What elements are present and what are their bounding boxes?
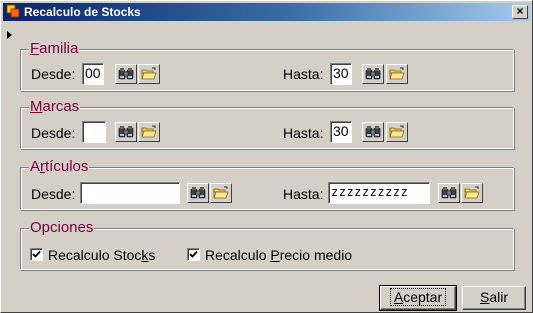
aceptar-button-label: Aceptar <box>389 288 447 306</box>
recalculo-stocks-checkbox[interactable] <box>30 248 43 261</box>
binoculars-icon <box>365 125 381 139</box>
precio-medio-checkbox[interactable] <box>187 248 200 261</box>
open-folder-icon <box>389 125 405 139</box>
articulos-desde-search-button[interactable] <box>187 183 209 203</box>
open-folder-icon <box>389 67 405 81</box>
open-folder-icon <box>213 186 229 200</box>
title-bar[interactable]: Recalculo de Stocks × <box>3 3 530 21</box>
record-marker-icon <box>7 31 12 39</box>
opciones-legend: Opciones <box>29 219 95 236</box>
marcas-hasta-open-button[interactable] <box>386 122 408 142</box>
articulos-legend: Artículos <box>29 158 90 175</box>
open-folder-icon <box>141 67 157 81</box>
articulos-desde-label: Desde: <box>31 186 76 202</box>
familia-hasta-input[interactable]: 30 <box>330 63 352 85</box>
binoculars-icon <box>441 186 457 200</box>
binoculars-icon <box>365 67 381 81</box>
marcas-hasta-input[interactable]: 30 <box>330 121 352 143</box>
checkmark-icon <box>189 250 198 258</box>
articulos-hasta-search-button[interactable] <box>438 183 460 203</box>
marcas-legend: Marcas <box>29 98 81 115</box>
familia-desde-search-button[interactable] <box>115 64 137 84</box>
dialog-window: Recalculo de Stocks × Familia Desde: 00 … <box>0 0 533 313</box>
familia-hasta-search-button[interactable] <box>362 64 384 84</box>
salir-button[interactable]: Salir <box>462 286 526 310</box>
familia-desde-input[interactable]: 00 <box>82 63 104 85</box>
familia-desde-open-button[interactable] <box>138 64 160 84</box>
familia-hasta-label: Hasta: <box>283 66 324 82</box>
marcas-desde-open-button[interactable] <box>138 122 160 142</box>
aceptar-button[interactable]: Aceptar <box>379 285 457 311</box>
window-title: Recalculo de Stocks <box>24 5 141 19</box>
articulos-hasta-input[interactable]: zzzzzzzzzz <box>328 182 430 204</box>
marcas-desde-search-button[interactable] <box>115 122 137 142</box>
salir-button-label: Salir <box>479 289 508 305</box>
binoculars-icon <box>190 186 206 200</box>
articulos-hasta-open-button[interactable] <box>461 183 483 203</box>
app-icon <box>6 4 20 21</box>
marcas-desde-input[interactable] <box>82 121 106 143</box>
close-button[interactable]: × <box>512 5 528 19</box>
recalculo-stocks-label[interactable]: Recalculo Stocks <box>48 247 155 263</box>
marcas-hasta-search-button[interactable] <box>362 122 384 142</box>
familia-hasta-open-button[interactable] <box>386 64 408 84</box>
familia-desde-label: Desde: <box>31 66 76 82</box>
open-folder-icon <box>141 125 157 139</box>
marcas-hasta-label: Hasta: <box>283 125 324 141</box>
marcas-desde-label: Desde: <box>31 125 76 141</box>
checkmark-icon <box>32 250 41 258</box>
close-icon: × <box>516 4 524 18</box>
articulos-desde-input[interactable] <box>80 182 180 204</box>
binoculars-icon <box>118 67 134 81</box>
articulos-desde-open-button[interactable] <box>210 183 232 203</box>
precio-medio-label[interactable]: Recalculo Precio medio <box>205 247 352 263</box>
familia-legend: Familia <box>29 40 80 57</box>
open-folder-icon <box>464 186 480 200</box>
articulos-hasta-label: Hasta: <box>283 186 324 202</box>
binoculars-icon <box>118 125 134 139</box>
